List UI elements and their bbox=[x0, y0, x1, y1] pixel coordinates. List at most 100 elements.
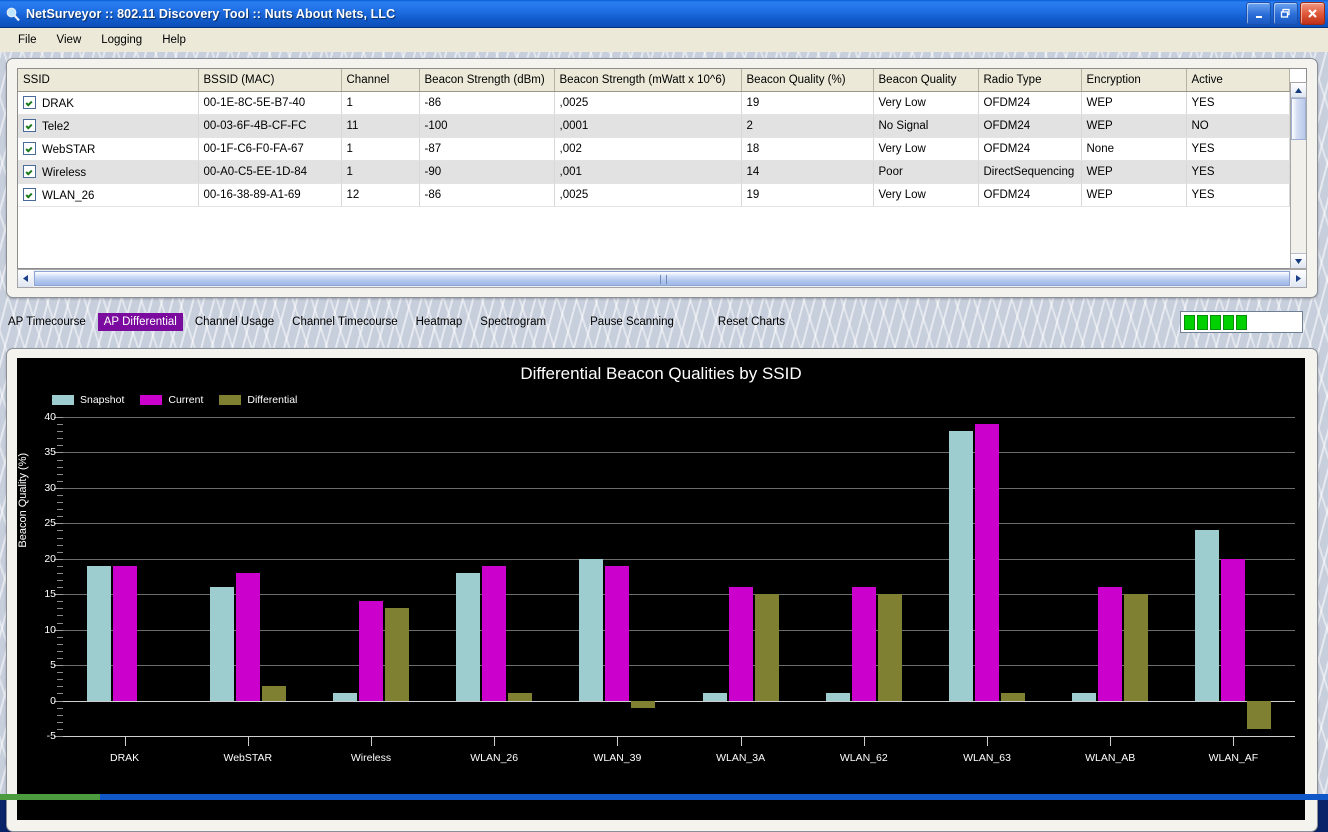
maximize-button[interactable] bbox=[1273, 2, 1298, 25]
legend-item-current: Current bbox=[140, 394, 203, 406]
reset-charts-button[interactable]: Reset Charts bbox=[712, 313, 791, 331]
cell-strength_dbm: -90 bbox=[419, 160, 555, 184]
chart-bar bbox=[631, 700, 656, 708]
y-axis-tick-label: 20 bbox=[44, 552, 56, 565]
chart-y-axis-label: Beacon Quality (%) bbox=[17, 452, 29, 548]
table-row[interactable]: Wireless 00-A0-C5-EE-1D-84 1 -90,001 14 Poor D… bbox=[18, 160, 1290, 184]
chart-bar bbox=[261, 686, 286, 701]
pause-scanning-button[interactable]: Pause Scanning bbox=[584, 313, 680, 331]
menu-item-file[interactable]: File bbox=[8, 31, 47, 49]
cell-quality: Very Low bbox=[873, 137, 979, 161]
scroll-up-button[interactable] bbox=[1291, 83, 1306, 98]
cell-quality_pct: 19 bbox=[741, 183, 874, 207]
menu-item-view[interactable]: View bbox=[47, 31, 92, 49]
y-axis-tick-label: 0 bbox=[50, 694, 56, 707]
row-checkbox[interactable] bbox=[23, 165, 36, 178]
chart-bar bbox=[851, 587, 876, 701]
y-axis-tick-label: 5 bbox=[50, 659, 56, 672]
table-horizontal-scroll-thumb[interactable] bbox=[34, 271, 1290, 286]
y-minor-tick bbox=[57, 615, 63, 617]
differential-beacon-quality-chart[interactable]: Differential Beacon Qualities by SSID Sn… bbox=[17, 358, 1305, 820]
tab-ap-timecourse[interactable]: AP Timecourse bbox=[2, 313, 92, 331]
table-vertical-scroll-thumb[interactable] bbox=[1291, 98, 1306, 140]
y-minor-tick bbox=[57, 424, 63, 426]
y-minor-tick bbox=[57, 551, 63, 553]
column-header-5[interactable]: Beacon Quality (%) bbox=[741, 69, 874, 92]
x-tick-mark bbox=[740, 737, 742, 746]
chart-bar bbox=[949, 431, 973, 701]
tab-spectrogram[interactable]: Spectrogram bbox=[474, 313, 552, 331]
tab-heatmap[interactable]: Heatmap bbox=[410, 313, 469, 331]
cell-active: YES bbox=[1186, 183, 1290, 207]
cell-quality: Very Low bbox=[873, 91, 979, 115]
table-row[interactable]: DRAK 00-1E-8C-5E-B7-40 1 -86,0025 19 Very Low… bbox=[18, 91, 1290, 115]
column-header-0[interactable]: SSID bbox=[18, 69, 199, 92]
y-minor-tick bbox=[57, 509, 63, 511]
chart-bar bbox=[508, 693, 533, 701]
chart-bar bbox=[605, 565, 630, 701]
tab-ap-differential[interactable]: AP Differential bbox=[97, 313, 183, 331]
scroll-left-button[interactable] bbox=[18, 270, 33, 287]
y-minor-tick bbox=[57, 721, 63, 723]
column-header-6[interactable]: Beacon Quality bbox=[873, 69, 979, 92]
y-minor-tick bbox=[57, 650, 63, 652]
row-checkbox[interactable] bbox=[23, 188, 36, 201]
y-minor-tick bbox=[57, 473, 63, 475]
table-horizontal-scrollbar[interactable] bbox=[17, 269, 1307, 288]
y-minor-tick bbox=[57, 544, 63, 546]
cell-strength_dbm: -86 bbox=[419, 183, 555, 207]
chart-bar bbox=[728, 587, 753, 701]
cell-strength_dbm: -100 bbox=[419, 114, 555, 138]
y-minor-tick bbox=[57, 572, 63, 574]
x-axis-tick-label: Wireless bbox=[350, 752, 392, 764]
minimize-button[interactable] bbox=[1246, 2, 1271, 25]
table-row[interactable]: WLAN_26 00-16-38-89-A1-69 12 -86,0025 19 Very… bbox=[18, 183, 1290, 207]
table-row[interactable]: Tele2 00-03-6F-4B-CF-FC 11 -100,0001 2 No Sig… bbox=[18, 114, 1290, 138]
column-header-1[interactable]: BSSID (MAC) bbox=[198, 69, 342, 92]
column-header-4[interactable]: Beacon Strength (mWatt x 10^6) bbox=[554, 69, 742, 92]
column-header-2[interactable]: Channel bbox=[341, 69, 420, 92]
column-header-9[interactable]: Active bbox=[1186, 69, 1290, 92]
taskbar-accent bbox=[0, 794, 100, 800]
cell-radio_type: OFDM24 bbox=[978, 183, 1082, 207]
cell-quality_pct: 2 bbox=[741, 114, 874, 138]
window-title: NetSurveyor :: 802.11 Discovery Tool :: … bbox=[26, 6, 396, 21]
x-axis-tick-label: WLAN_26 bbox=[470, 752, 519, 764]
cell-quality: Very Low bbox=[873, 183, 979, 207]
row-checkbox[interactable] bbox=[23, 96, 36, 109]
column-header-3[interactable]: Beacon Strength (dBm) bbox=[419, 69, 555, 92]
window-controls bbox=[1246, 2, 1325, 25]
row-checkbox[interactable] bbox=[23, 142, 36, 155]
scroll-right-button[interactable] bbox=[1291, 270, 1306, 287]
y-axis-tick-label: 30 bbox=[44, 481, 56, 494]
y-minor-tick bbox=[57, 728, 63, 730]
table-row[interactable]: WebSTAR 00-1F-C6-F0-FA-67 1 -87,002 18 Very L… bbox=[18, 137, 1290, 161]
scroll-down-button[interactable] bbox=[1291, 253, 1306, 268]
menu-item-help[interactable]: Help bbox=[152, 31, 196, 49]
y-minor-tick bbox=[57, 580, 63, 582]
cell-bssid: 00-16-38-89-A1-69 bbox=[198, 183, 342, 207]
tab-channel-timecourse[interactable]: Channel Timecourse bbox=[286, 313, 403, 331]
menu-item-logging[interactable]: Logging bbox=[91, 31, 152, 49]
tab-channel-usage[interactable]: Channel Usage bbox=[189, 313, 280, 331]
column-header-7[interactable]: Radio Type bbox=[978, 69, 1082, 92]
y-axis-tick-label: 40 bbox=[44, 411, 56, 423]
row-checkbox[interactable] bbox=[23, 119, 36, 132]
cell-quality: Poor bbox=[873, 160, 979, 184]
chart-bar bbox=[754, 594, 779, 701]
access-point-table-scroll-area[interactable]: SSID BSSID (MAC) Channel Beacon Strength (d… bbox=[17, 68, 1307, 269]
y-minor-tick bbox=[57, 707, 63, 709]
access-point-table: SSID BSSID (MAC) Channel Beacon Strength (d… bbox=[18, 69, 1290, 207]
y-axis-tick-label: 25 bbox=[44, 517, 56, 530]
chart-x-axis-line bbox=[63, 736, 1295, 737]
y-minor-tick bbox=[57, 445, 63, 447]
chart-title: Differential Beacon Qualities by SSID bbox=[520, 364, 802, 383]
chart-bar bbox=[1195, 530, 1220, 701]
column-header-8[interactable]: Encryption bbox=[1081, 69, 1187, 92]
y-minor-tick bbox=[57, 480, 63, 482]
table-vertical-scrollbar[interactable] bbox=[1290, 82, 1307, 269]
close-button[interactable] bbox=[1300, 2, 1325, 25]
chart-bar bbox=[702, 693, 727, 701]
menu-bar: File View Logging Help bbox=[0, 28, 1328, 52]
y-axis-tick-label: 15 bbox=[44, 588, 56, 601]
